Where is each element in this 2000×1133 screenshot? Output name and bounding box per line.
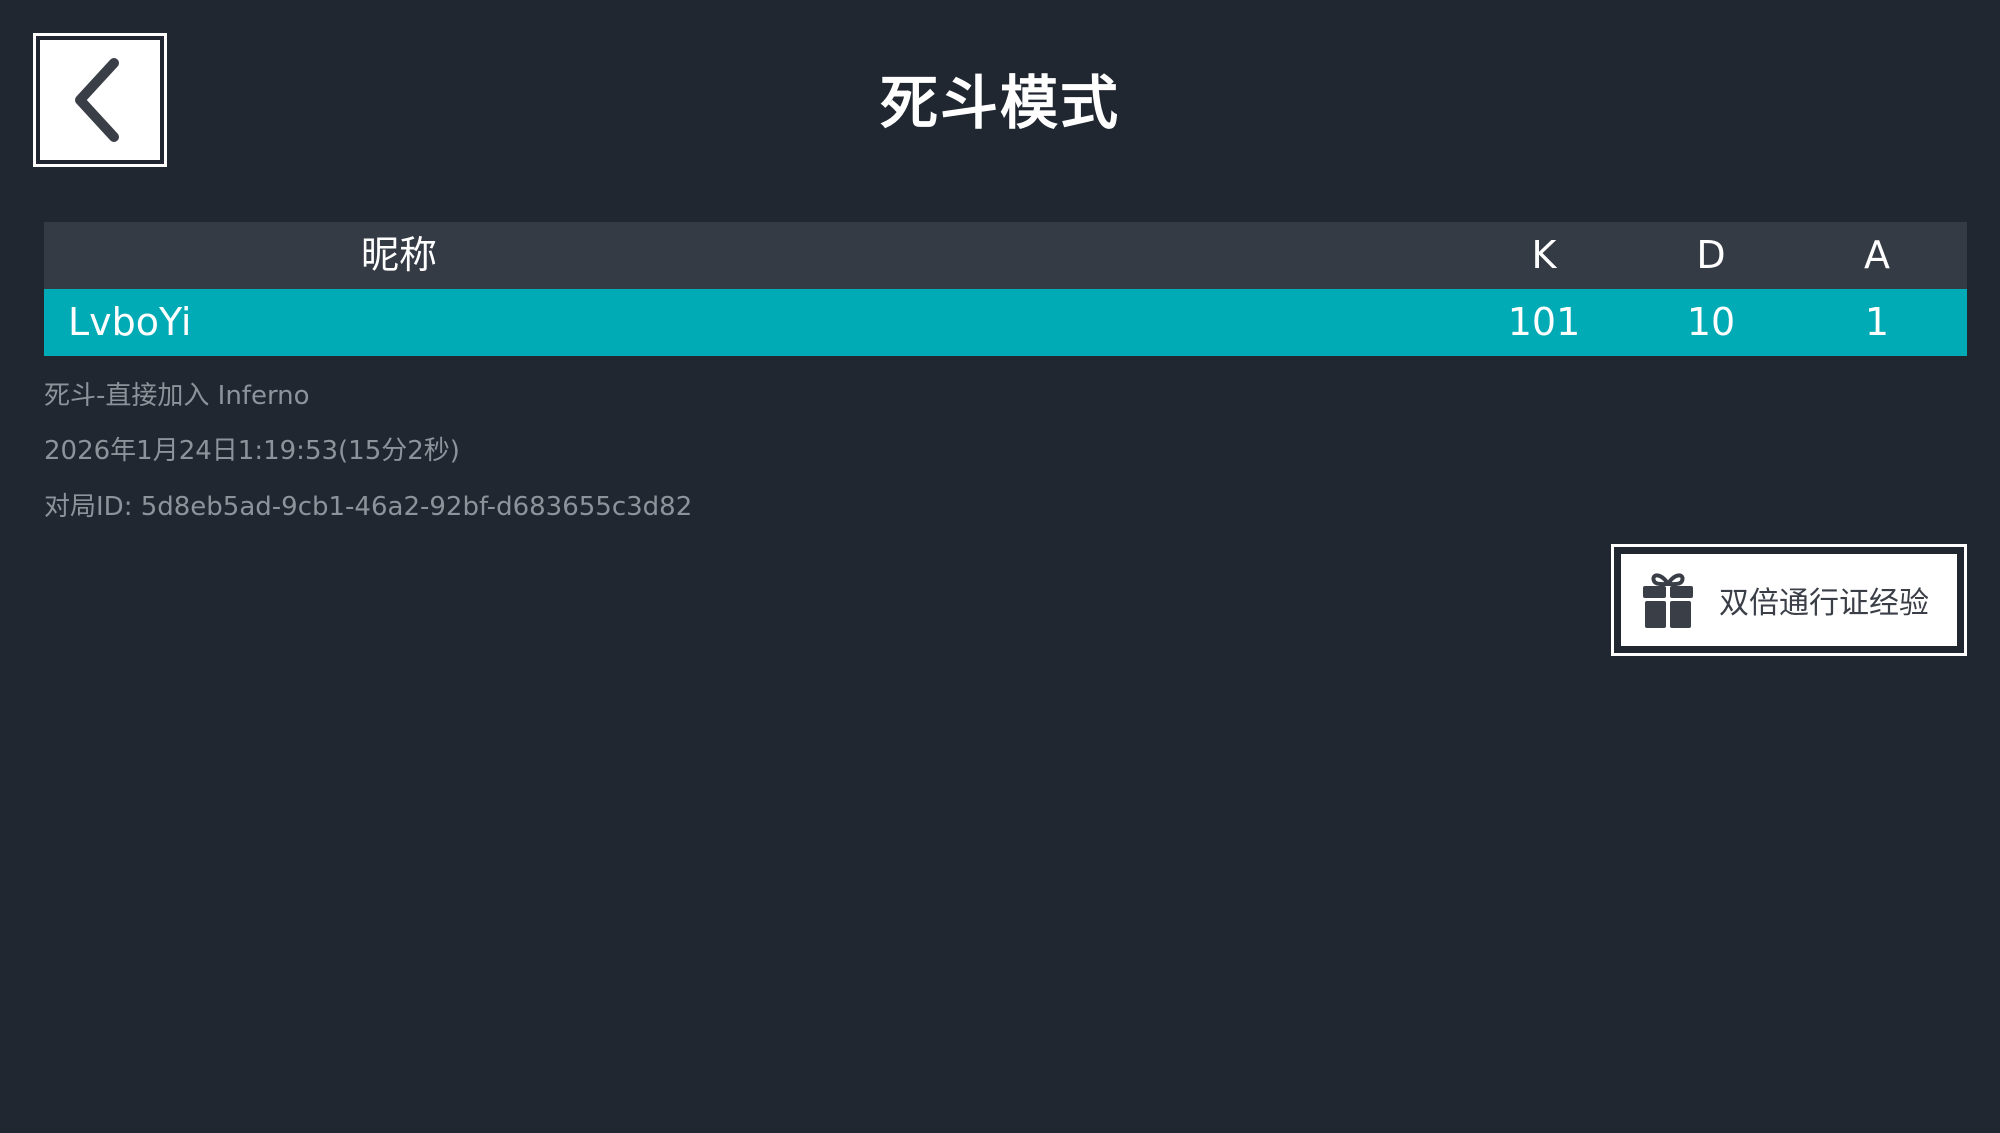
column-header-assists: A: [1864, 233, 1890, 277]
page-title: 死斗模式: [879, 69, 1120, 137]
scoreboard-header: 昵称 K D A: [44, 222, 1967, 289]
double-pass-xp-button[interactable]: 双倍通行证经验: [1611, 544, 1967, 656]
match-mode-map: 死斗-直接加入 Inferno: [44, 381, 310, 411]
column-header-deaths: D: [1696, 233, 1726, 277]
double-pass-xp-label: 双倍通行证经验: [1719, 586, 1929, 621]
match-id: 对局ID: 5d8eb5ad-9cb1-46a2-92bf-d683655c3d…: [44, 492, 693, 522]
match-detail-screen: 死斗模式 昵称 K D A LvboYi 101 10 1 死斗-直接加入 In…: [0, 0, 2000, 1133]
gift-icon: [1643, 573, 1693, 628]
double-pass-xp-button-face[interactable]: 双倍通行证经验: [1618, 551, 1960, 649]
match-datetime: 2026年1月24日1:19:53(15分2秒): [44, 436, 460, 466]
player-assists: 1: [1864, 300, 1890, 344]
player-kills: 101: [1507, 300, 1581, 344]
scoreboard-table: 昵称 K D A LvboYi 101 10 1: [44, 222, 1967, 356]
column-header-nickname: 昵称: [360, 233, 437, 277]
column-header-kills: K: [1531, 233, 1557, 277]
player-deaths: 10: [1686, 300, 1736, 344]
player-name: LvboYi: [68, 300, 192, 344]
player-row[interactable]: LvboYi 101 10 1: [44, 289, 1967, 356]
